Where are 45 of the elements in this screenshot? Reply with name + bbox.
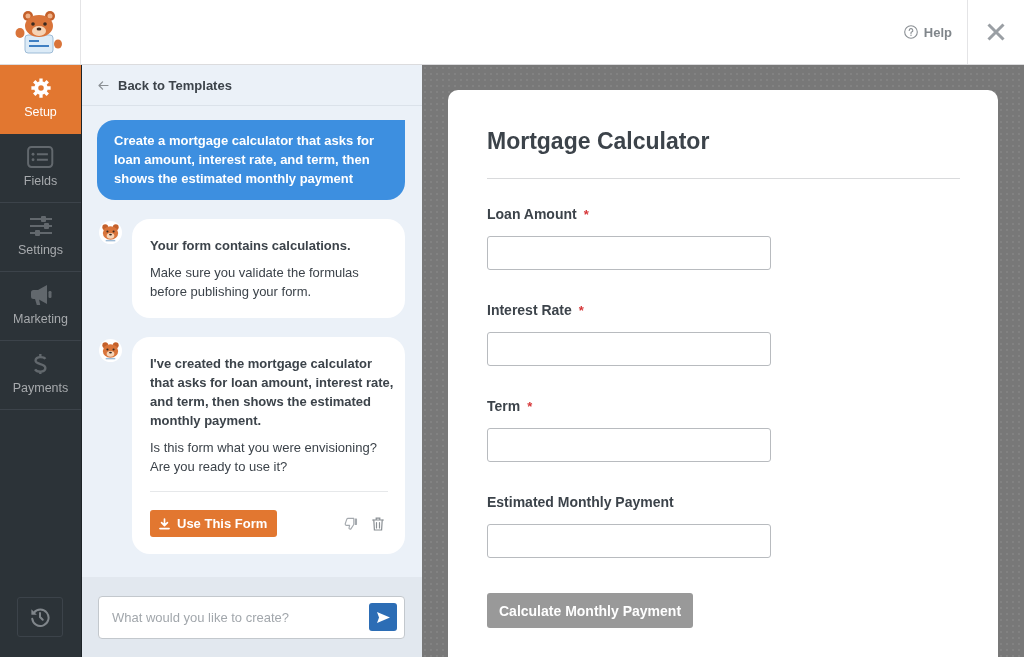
required-asterisk: * bbox=[527, 398, 533, 415]
dollar-icon bbox=[33, 353, 48, 375]
message-title: Your form contains calculations. bbox=[150, 237, 352, 255]
message-text: Is this form what you were envisioning? Are you ready to use it? bbox=[150, 439, 378, 476]
megaphone-icon bbox=[28, 284, 53, 306]
send-button[interactable] bbox=[369, 603, 397, 631]
field-label: Loan Amount bbox=[487, 206, 577, 223]
help-icon bbox=[903, 25, 918, 39]
required-asterisk: * bbox=[583, 206, 589, 223]
bear-avatar-icon bbox=[99, 221, 122, 244]
required-asterisk: * bbox=[578, 302, 584, 319]
field-label: Estimated Monthly Payment bbox=[487, 494, 674, 511]
send-icon bbox=[375, 610, 391, 624]
list-card-icon bbox=[27, 146, 54, 168]
gear-icon bbox=[29, 77, 52, 99]
submit-button[interactable]: Calculate Monthly Payment bbox=[487, 593, 694, 628]
history-button[interactable] bbox=[17, 597, 63, 637]
text-input[interactable] bbox=[487, 428, 771, 462]
sidebar-tab[interactable]: Marketing bbox=[0, 272, 81, 341]
sidebar-tab[interactable]: Settings bbox=[0, 203, 81, 272]
text-input[interactable] bbox=[487, 332, 771, 366]
text-input[interactable] bbox=[487, 236, 771, 270]
download-icon bbox=[159, 517, 170, 530]
field-label: Term bbox=[487, 398, 521, 415]
help-link[interactable]: Help bbox=[903, 24, 952, 40]
history-icon bbox=[30, 607, 50, 627]
trash-icon[interactable] bbox=[372, 516, 384, 531]
field-label: Interest Rate bbox=[487, 302, 572, 319]
sidebar-tab[interactable]: Fields bbox=[0, 134, 81, 203]
form-title: Mortgage Calculator bbox=[487, 128, 711, 154]
prompt-input[interactable]: What would you like to create? bbox=[98, 596, 405, 639]
use-form-button[interactable]: Use This Form bbox=[150, 510, 278, 537]
text-input[interactable] bbox=[487, 524, 771, 558]
back-arrow-icon bbox=[98, 80, 109, 90]
close-icon bbox=[987, 23, 1005, 41]
bear-avatar-icon bbox=[99, 339, 122, 362]
message-title: I've created the mortgage calculator that asks for loan amount, interest rate, and term, then shows the estimated monthly payment. bbox=[150, 355, 395, 430]
thumbs-down-icon[interactable] bbox=[344, 517, 358, 530]
user-message-bubble: Create a mortgage calculator that asks for loan amount, interest rate, and term, then shows the estimated monthly payment bbox=[97, 120, 405, 200]
back-link[interactable]: Back to Templates bbox=[98, 77, 232, 93]
message-text: Make sure you validate the formulas before publishing your form. bbox=[150, 264, 360, 301]
sidebar-tab[interactable]: Payments bbox=[0, 341, 81, 410]
sidebar-tab[interactable]: Setup bbox=[0, 65, 81, 134]
sliders-icon bbox=[28, 215, 53, 237]
bear-mascot-icon bbox=[15, 10, 65, 54]
